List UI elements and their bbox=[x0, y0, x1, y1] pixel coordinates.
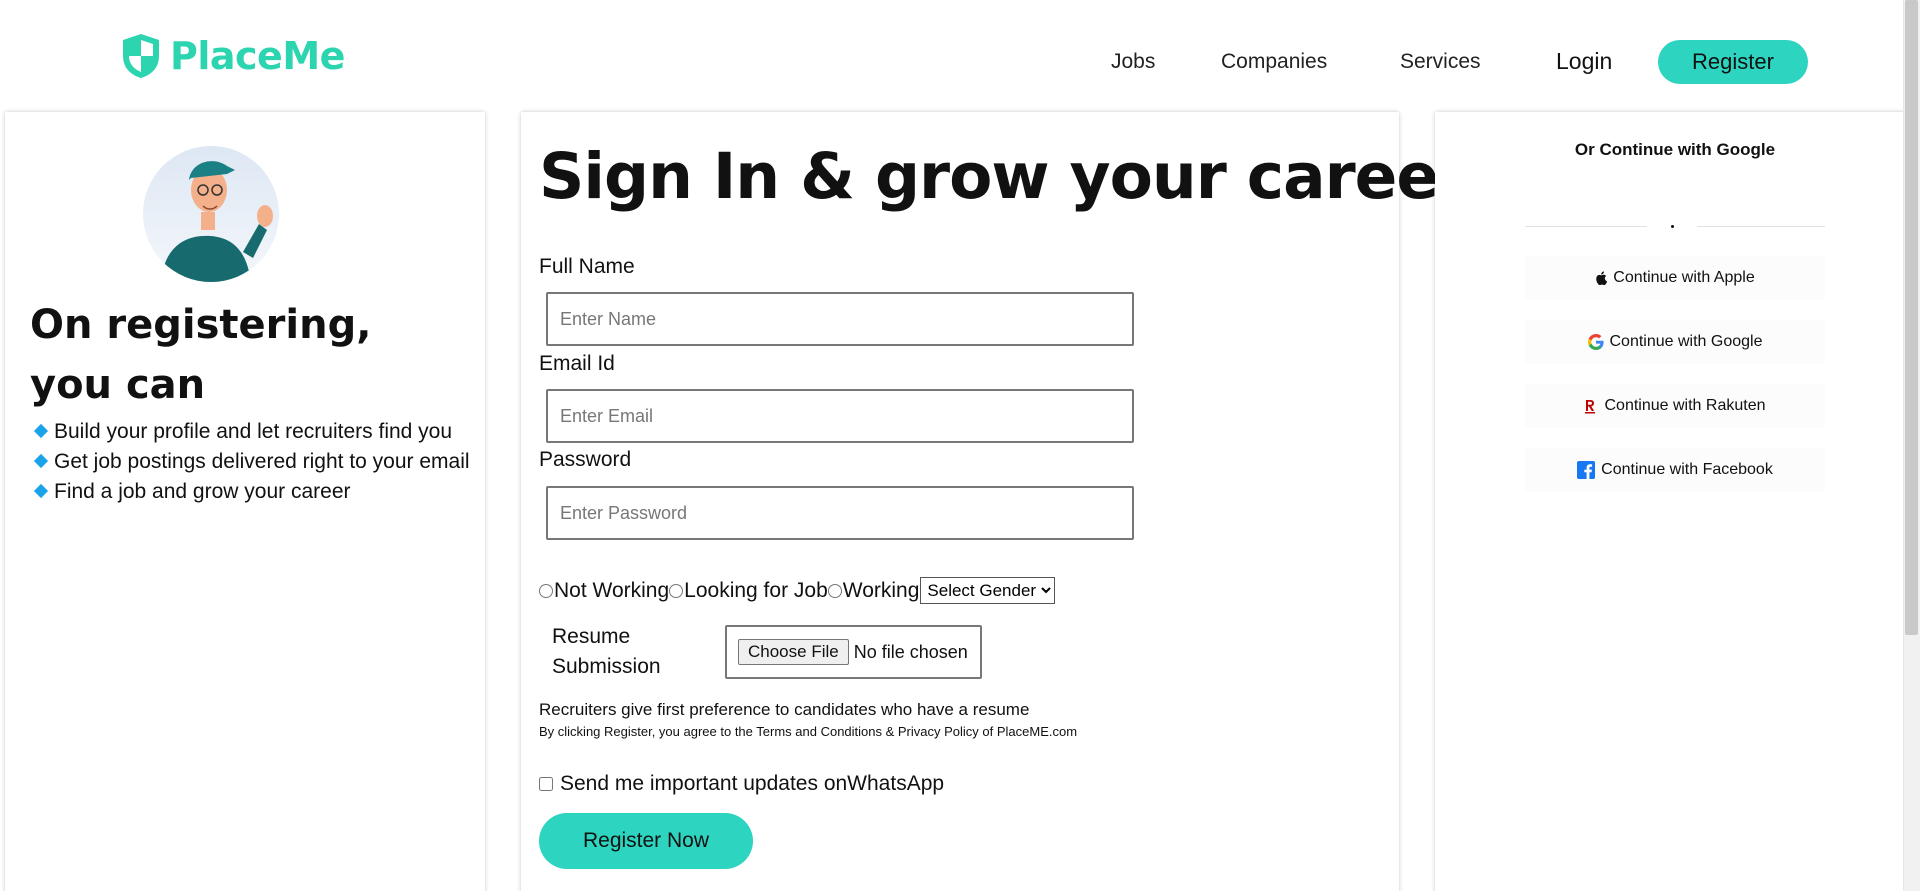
benefits-list: Build your profile and let recruiters fi… bbox=[30, 417, 470, 507]
page-scrollbar[interactable] bbox=[1903, 0, 1920, 891]
signup-form-panel: Sign In & grow your career Full Name Ema… bbox=[521, 112, 1469, 891]
brand-logo[interactable]: PlaceMe bbox=[120, 32, 345, 80]
continue-google-button[interactable]: Continue with Google bbox=[1525, 320, 1825, 364]
full-name-input[interactable] bbox=[546, 292, 1134, 346]
login-link[interactable]: Login bbox=[1556, 48, 1612, 75]
divider-left bbox=[1525, 226, 1647, 227]
not-working-radio[interactable] bbox=[539, 583, 553, 598]
brand-name: PlaceMe bbox=[170, 34, 345, 78]
diamond-bullet-icon bbox=[33, 453, 49, 469]
diamond-bullet-icon bbox=[33, 423, 49, 439]
password-label: Password bbox=[539, 448, 632, 471]
terms-note: By clicking Register, you agree to the T… bbox=[539, 724, 1078, 739]
shield-logo-icon bbox=[123, 34, 159, 78]
continue-facebook-button[interactable]: Continue with Facebook bbox=[1525, 448, 1825, 492]
site-header: PlaceMe Jobs Companies Services Login Re… bbox=[0, 0, 1920, 110]
resume-note: Recruiters give first preference to cand… bbox=[539, 700, 1030, 719]
full-name-label: Full Name bbox=[539, 255, 635, 278]
continue-facebook-label: Continue with Facebook bbox=[1601, 461, 1773, 478]
email-label: Email Id bbox=[539, 352, 615, 375]
continue-rakuten-button[interactable]: Continue with Rakuten bbox=[1525, 384, 1825, 428]
working-radio[interactable] bbox=[827, 583, 842, 598]
nav-jobs[interactable]: Jobs bbox=[1111, 50, 1155, 74]
scrollbar-thumb[interactable] bbox=[1905, 0, 1918, 635]
status-option-working[interactable]: Working bbox=[827, 579, 919, 603]
benefits-panel: On registering, you can Build your profi… bbox=[5, 112, 485, 891]
gender-select[interactable]: Select Gender bbox=[920, 577, 1056, 604]
status-option-looking[interactable]: Looking for Job bbox=[669, 579, 828, 603]
rakuten-icon bbox=[1584, 399, 1595, 414]
password-input[interactable] bbox=[546, 486, 1134, 540]
continue-apple-label: Continue with Apple bbox=[1613, 269, 1755, 286]
divider-right bbox=[1697, 226, 1825, 227]
register-now-button[interactable]: Register Now bbox=[539, 813, 753, 869]
nav-companies[interactable]: Companies bbox=[1221, 50, 1327, 74]
choose-file-button[interactable]: Choose File bbox=[738, 639, 849, 665]
facebook-icon bbox=[1577, 461, 1596, 479]
email-input[interactable] bbox=[546, 389, 1134, 443]
resume-file-input[interactable]: Choose File No file chosen bbox=[725, 625, 982, 679]
whatsapp-option[interactable]: Send me important updates onWhatsApp bbox=[539, 772, 944, 796]
continue-apple-button[interactable]: Continue with Apple bbox=[1525, 256, 1825, 300]
register-button[interactable]: Register bbox=[1658, 40, 1808, 84]
whatsapp-checkbox[interactable] bbox=[539, 777, 553, 791]
social-title: Or Continue with Google bbox=[1574, 140, 1776, 159]
nav-services[interactable]: Services bbox=[1400, 50, 1481, 74]
file-status-text: No file chosen bbox=[853, 641, 968, 662]
google-icon bbox=[1587, 334, 1604, 350]
continue-google-label: Continue with Google bbox=[1609, 333, 1763, 350]
resume-label: Resume Submission bbox=[552, 625, 661, 678]
benefit-item: Find a job and grow your career bbox=[30, 477, 470, 507]
whatsapp-label: Send me important updates onWhatsApp bbox=[560, 772, 945, 795]
work-status-group: Not Working Looking for Job Working Sele… bbox=[539, 577, 1056, 604]
benefit-item: Get job postings delivered right to your… bbox=[30, 447, 470, 477]
benefit-item: Build your profile and let recruiters fi… bbox=[30, 417, 470, 447]
looking-for-job-radio[interactable] bbox=[669, 583, 684, 598]
divider-dot bbox=[1671, 225, 1674, 228]
continue-rakuten-label: Continue with Rakuten bbox=[1604, 397, 1766, 414]
diamond-bullet-icon bbox=[33, 483, 49, 499]
form-title: Sign In & grow your career bbox=[539, 140, 1469, 213]
user-avatar-illustration bbox=[143, 146, 279, 282]
benefits-title: On registering, you can bbox=[30, 302, 372, 408]
apple-icon bbox=[1595, 271, 1608, 285]
status-option-not-working[interactable]: Not Working bbox=[539, 579, 669, 603]
social-login-panel: Or Continue with Google Continue with Ap… bbox=[1435, 112, 1915, 891]
